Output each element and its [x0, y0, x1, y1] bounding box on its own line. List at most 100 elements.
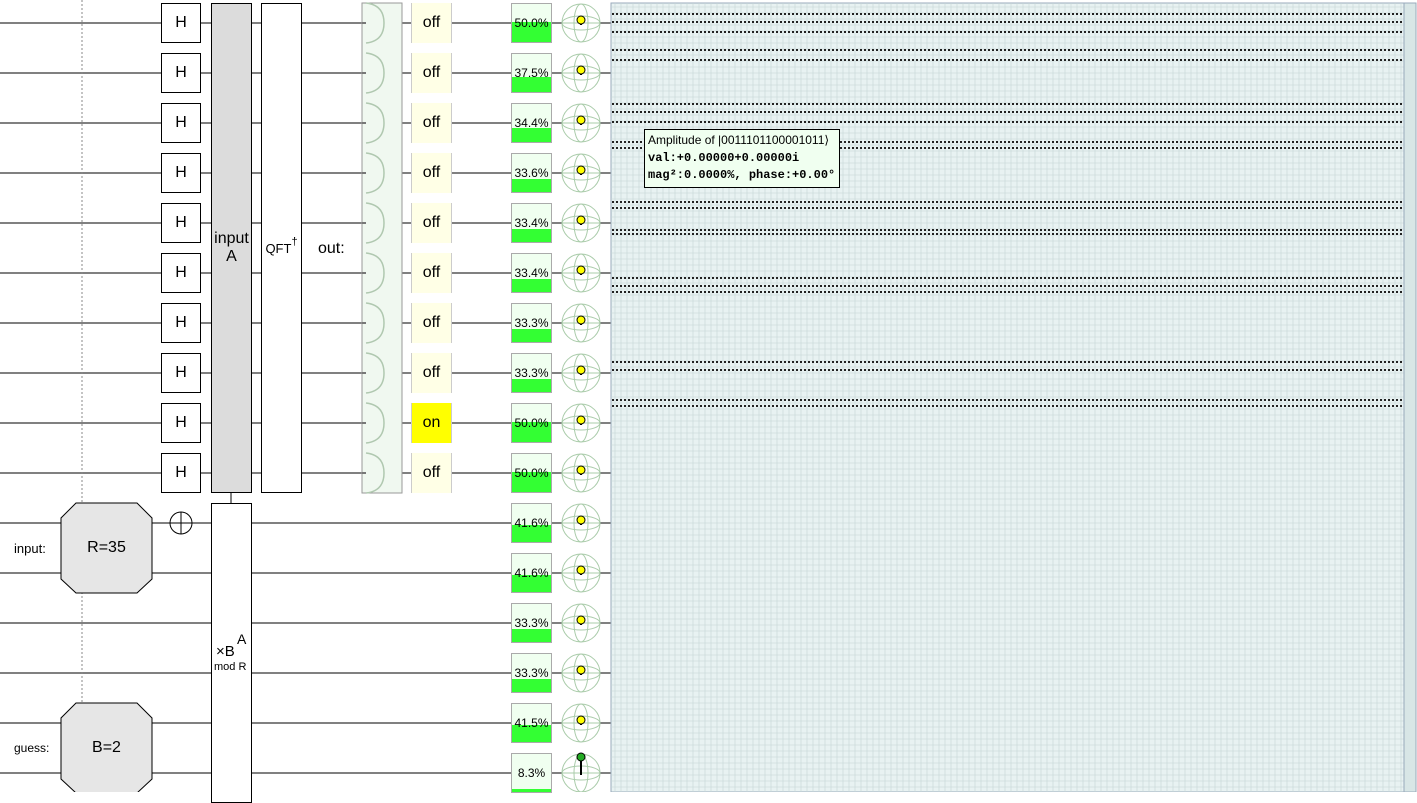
bloch-sphere [561, 353, 601, 393]
tab-tick [362, 122, 366, 124]
input-r-gate-label: R=35 [87, 539, 126, 556]
output-pad[interactable]: off [411, 353, 452, 393]
qft-label: QFT [265, 240, 292, 256]
bloch-sphere [561, 303, 601, 343]
tab-tick [362, 272, 366, 274]
probability-display[interactable]: 33.3% [511, 653, 552, 693]
probability-label: 8.3% [517, 766, 546, 780]
probability-fill [512, 279, 551, 292]
bloch-sphere [561, 503, 601, 543]
probability-fill [512, 229, 551, 242]
probability-fill [512, 679, 551, 692]
probability-fill [512, 128, 551, 142]
probability-display[interactable]: 41.6% [511, 503, 552, 543]
hadamard-gate[interactable]: H [161, 303, 201, 343]
mult-exponent: A [237, 631, 247, 647]
probability-display[interactable]: 33.3% [511, 603, 552, 643]
probability-display[interactable]: 50.0% [511, 453, 552, 493]
probability-label: 33.3% [514, 666, 549, 680]
bloch-sphere [561, 103, 601, 143]
tooltip-title: Amplitude of |0011101100001011⟩ [648, 133, 830, 147]
hadamard-gate[interactable]: H [161, 353, 201, 393]
xor-target[interactable] [169, 511, 193, 535]
guess-label: guess: [14, 741, 50, 755]
tab-tick [362, 172, 366, 174]
tab-tick [362, 222, 366, 224]
modular-multiply-gate[interactable]: ×B A mod R [211, 503, 252, 803]
probability-fill [512, 179, 551, 192]
bloch-sphere [561, 253, 601, 293]
probability-display[interactable]: 34.4% [511, 103, 552, 143]
probability-label: 50.0% [514, 416, 549, 430]
output-pad[interactable]: off [411, 53, 452, 93]
probability-label: 33.6% [514, 166, 549, 180]
mult-modulus: mod R [214, 661, 247, 673]
probability-display[interactable]: 41.5% [511, 703, 552, 743]
probability-display[interactable]: 50.0% [511, 403, 552, 443]
probability-label: 33.4% [514, 216, 549, 230]
probability-label: 50.0% [514, 466, 549, 480]
input-label: input: [14, 541, 46, 556]
tab-tick [362, 372, 366, 374]
out-label: out: [318, 240, 345, 257]
probability-label: 41.6% [514, 516, 549, 530]
bloch-sphere [561, 603, 601, 643]
probability-display[interactable]: 33.6% [511, 153, 552, 193]
output-pad[interactable]: off [411, 3, 452, 43]
input-b-gate-label: B=2 [92, 739, 121, 756]
hadamard-gate[interactable]: H [161, 203, 201, 243]
bloch-sphere [561, 553, 601, 593]
output-pad[interactable]: off [411, 103, 452, 143]
amplitude-grid[interactable] [610, 2, 1417, 792]
output-pad[interactable]: off [411, 453, 452, 493]
bloch-displays [561, 3, 601, 792]
tab-tick [362, 322, 366, 324]
bloch-sphere [561, 453, 601, 493]
probability-fill [512, 329, 551, 342]
probability-display[interactable]: 50.0% [511, 3, 552, 43]
probability-display[interactable]: 33.3% [511, 353, 552, 393]
qft-inverse-gate[interactable]: QFT † [261, 3, 302, 493]
bloch-sphere [561, 3, 601, 43]
hadamard-gate[interactable]: H [161, 3, 201, 43]
output-pad[interactable]: off [411, 303, 452, 343]
output-pad[interactable]: off [411, 203, 452, 243]
output-pad[interactable]: on [411, 403, 452, 443]
input-a-gate[interactable]: input A [211, 3, 252, 493]
grid-scrollbar[interactable] [1403, 2, 1417, 792]
probability-display[interactable]: 33.4% [511, 203, 552, 243]
hadamard-gate[interactable]: H [161, 153, 201, 193]
amplitude-tooltip: Amplitude of |0011101100001011⟩ val:+0.0… [644, 129, 840, 188]
probability-fill [512, 629, 551, 642]
probability-label: 33.3% [514, 366, 549, 380]
tab-tick [362, 22, 366, 24]
mult-main: ×B [216, 643, 235, 660]
probability-label: 33.3% [514, 616, 549, 630]
probability-label: 33.3% [514, 316, 549, 330]
probability-label: 41.6% [514, 566, 549, 580]
hadamard-gate[interactable]: H [161, 103, 201, 143]
probability-display[interactable]: 33.4% [511, 253, 552, 293]
probability-fill [512, 379, 551, 392]
probability-display[interactable]: 33.3% [511, 303, 552, 343]
tab-tick [362, 72, 366, 74]
probability-label: 33.4% [514, 266, 549, 280]
tab-tick [362, 472, 366, 474]
tooltip-magnitude: mag²:0.0000%, phase:+0.00° [648, 168, 836, 182]
hadamard-gate[interactable]: H [161, 253, 201, 293]
probability-display[interactable]: 8.3% [511, 753, 552, 793]
output-tab[interactable] [361, 2, 403, 494]
hadamard-gate[interactable]: H [161, 53, 201, 93]
hadamard-gate[interactable]: H [161, 403, 201, 443]
probability-display[interactable]: 41.6% [511, 553, 552, 593]
hadamard-gate[interactable]: H [161, 453, 201, 493]
probability-label: 41.5% [514, 716, 549, 730]
probability-display[interactable]: 37.5% [511, 53, 552, 93]
bloch-sphere [561, 653, 601, 693]
output-pad[interactable]: off [411, 253, 452, 293]
output-pad[interactable]: off [411, 153, 452, 193]
bloch-sphere [561, 752, 601, 792]
tooltip-value: val:+0.00000+0.00000i [648, 151, 800, 165]
bloch-sphere [561, 53, 601, 93]
probability-label: 37.5% [514, 66, 549, 80]
